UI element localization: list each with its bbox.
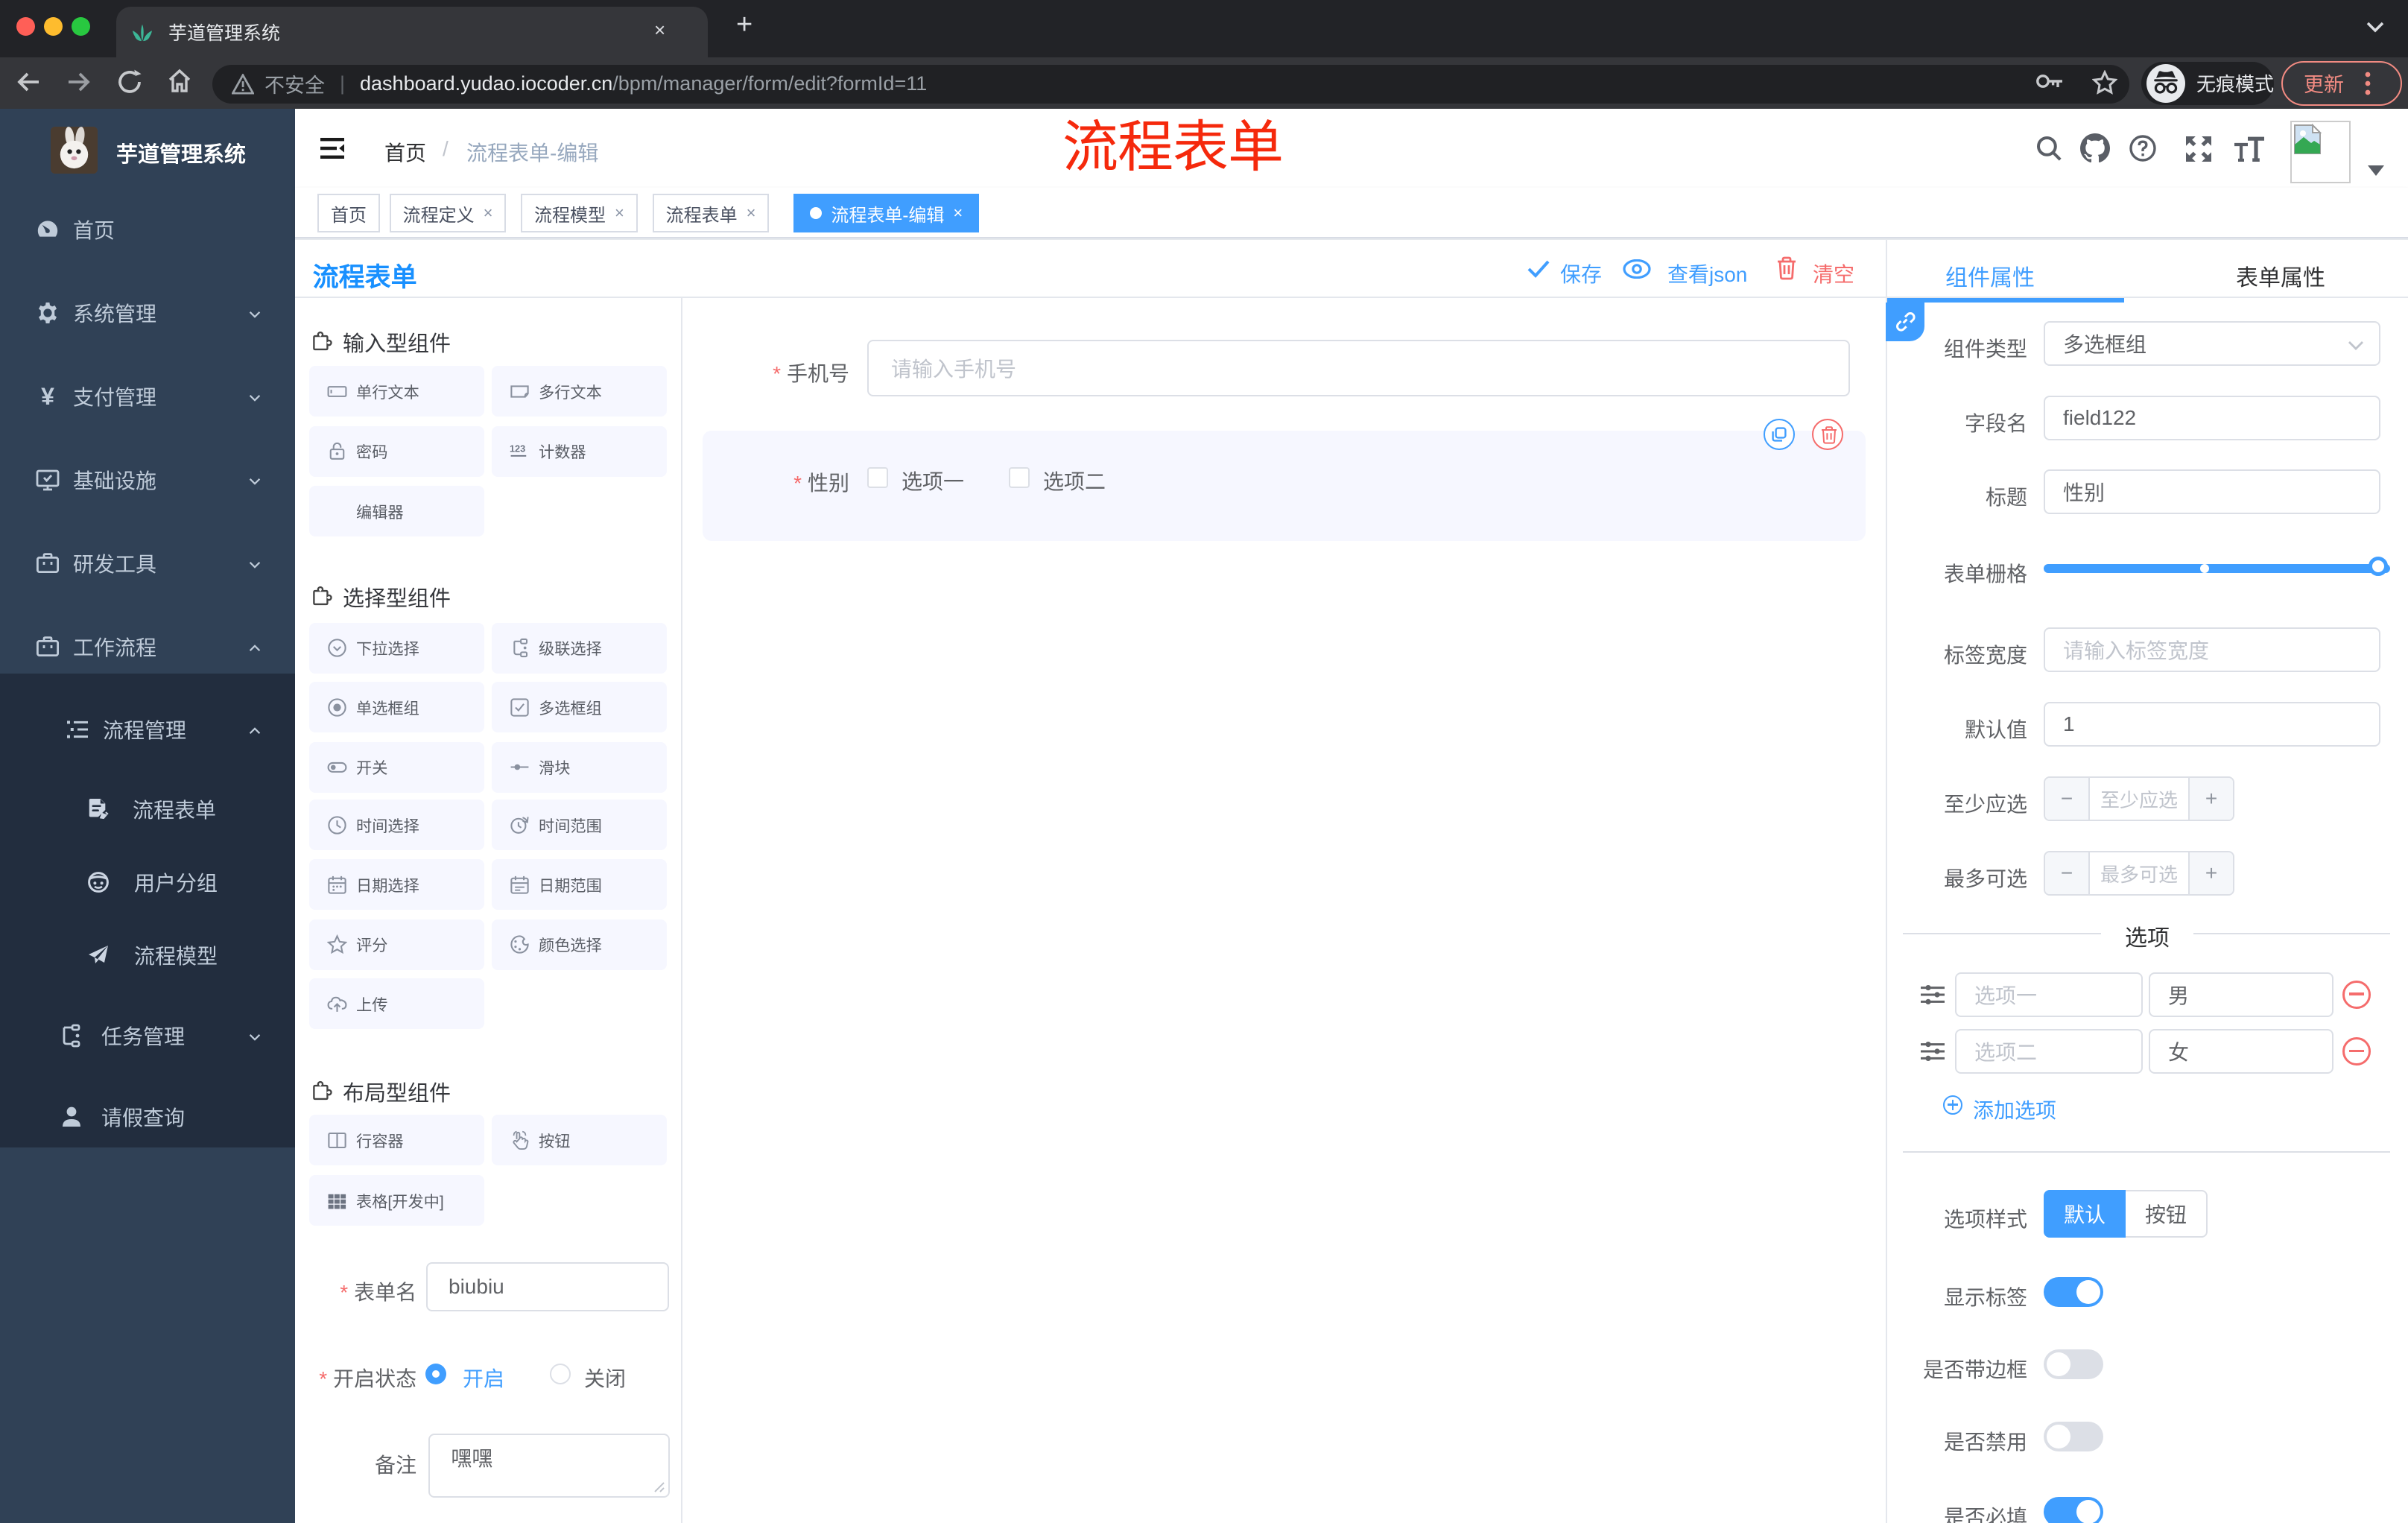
- svg-text:123: 123: [510, 444, 525, 455]
